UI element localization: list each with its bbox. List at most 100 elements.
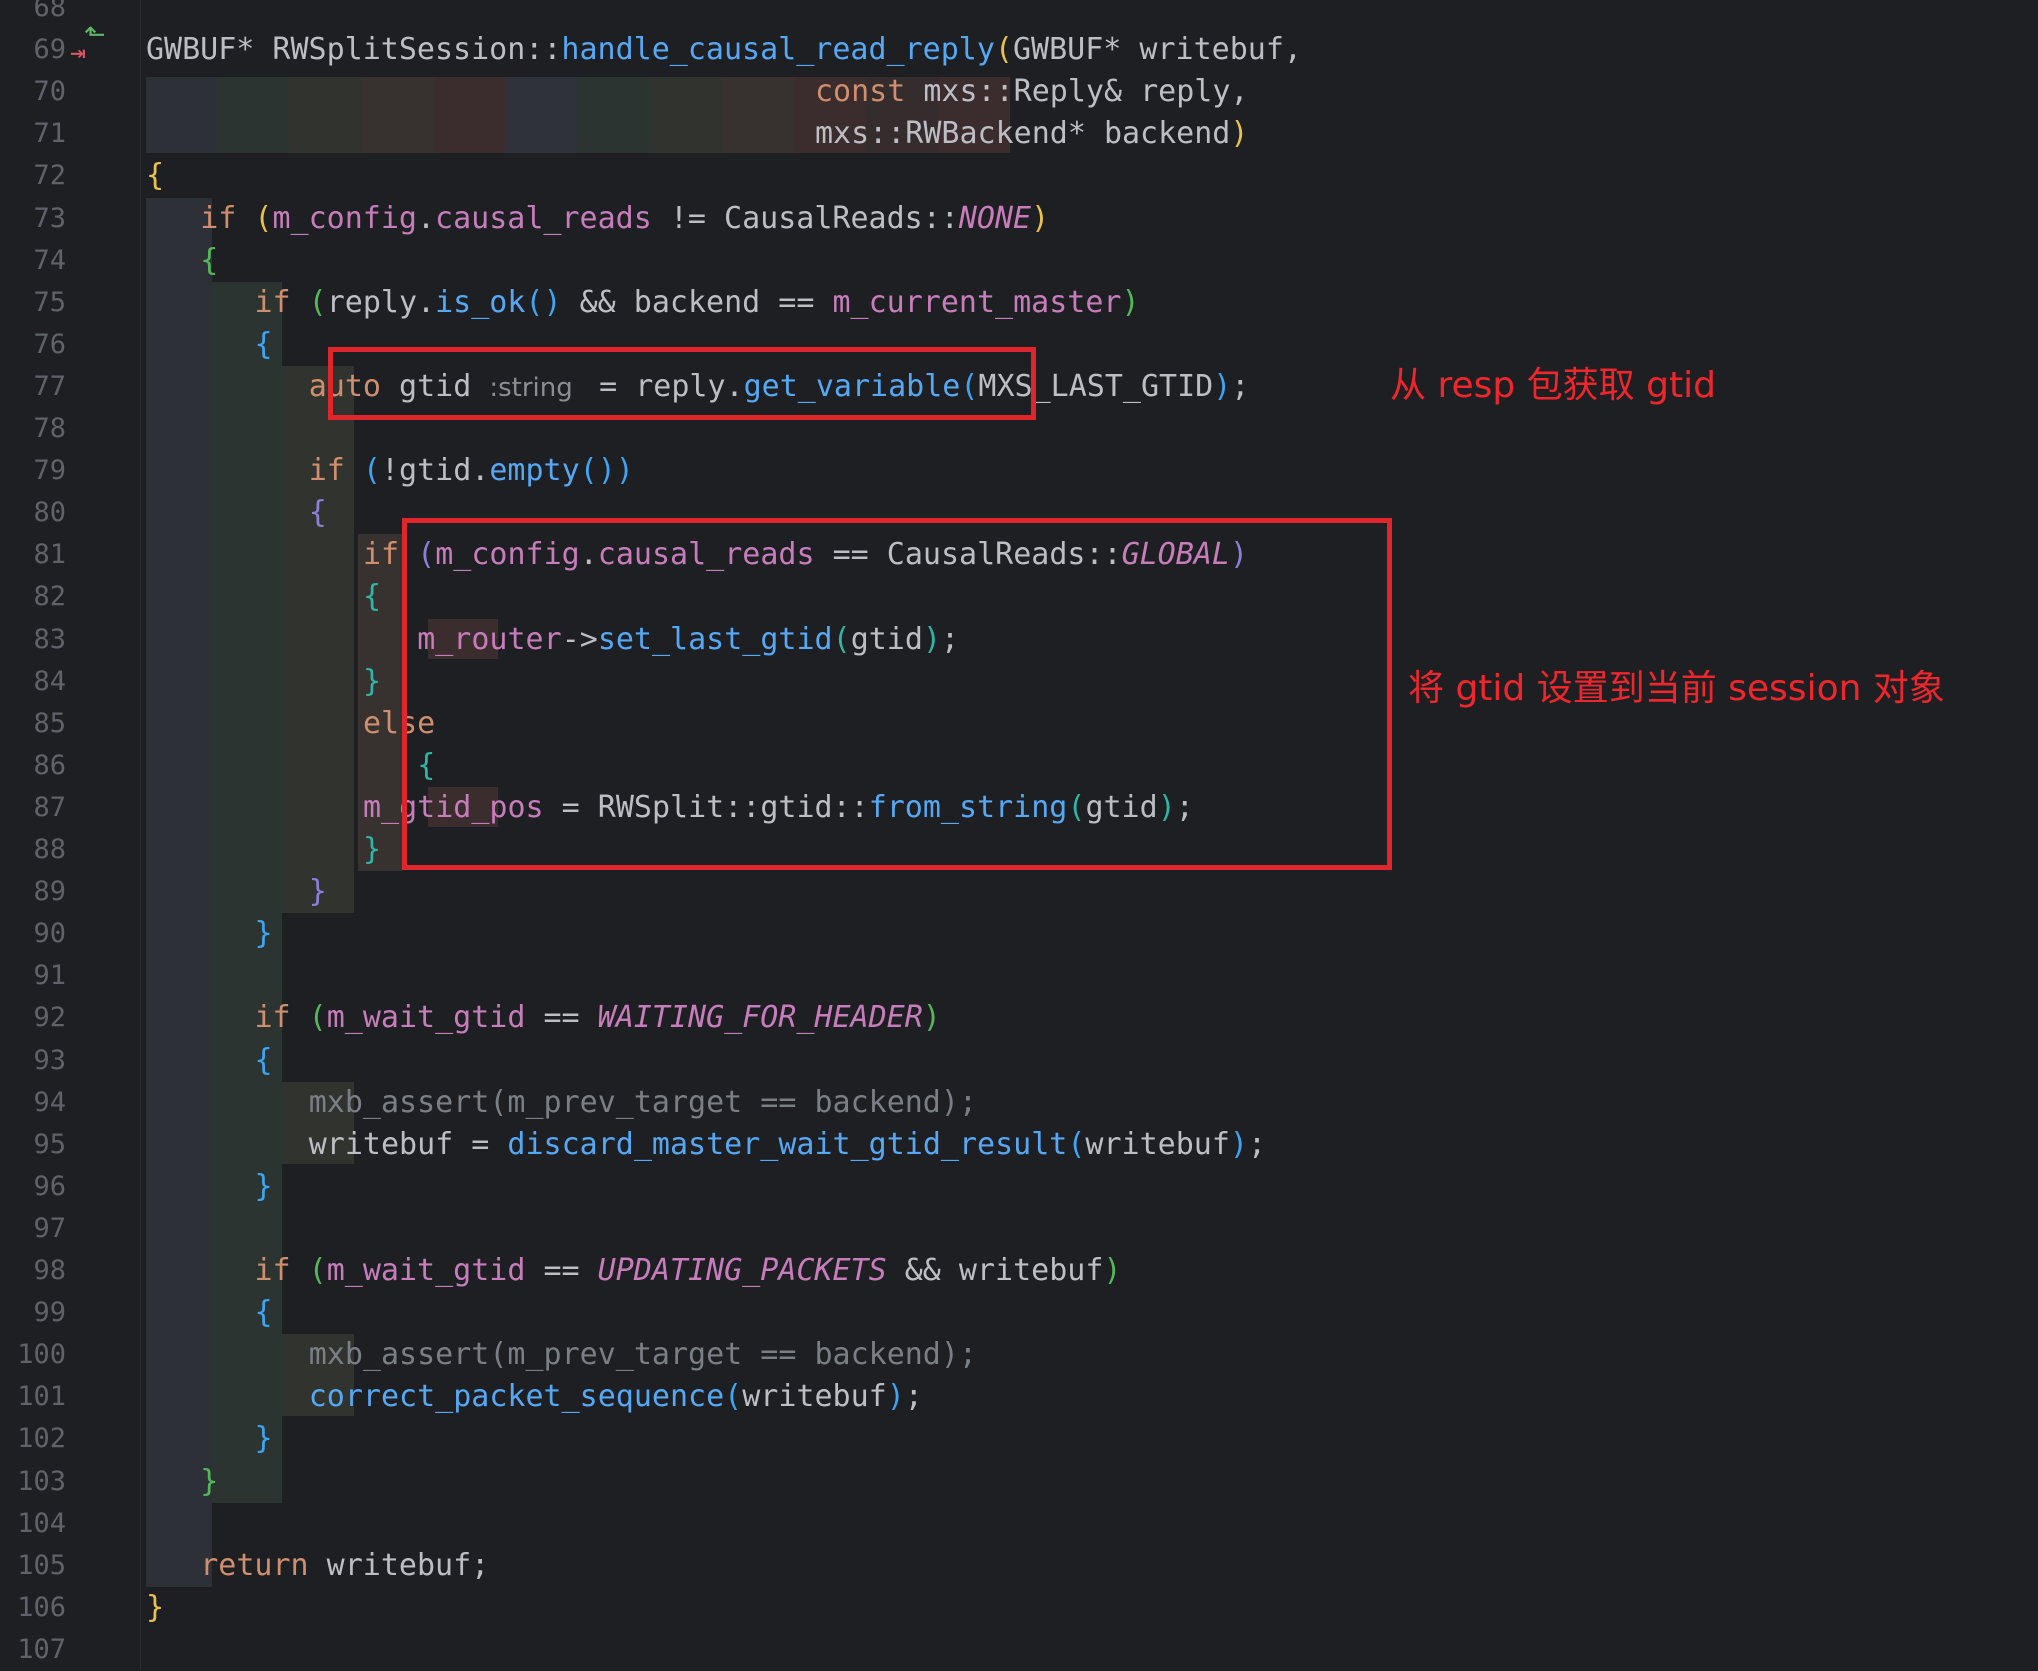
code-token: writebuf = (308, 1126, 508, 1162)
arrow-left-up-icon[interactable]: ⬑ (84, 22, 106, 48)
code-token: ) (1031, 200, 1050, 236)
line-number[interactable]: 73 (0, 198, 66, 240)
code-line[interactable]: if (reply.is_ok() && backend == m_curren… (254, 282, 1139, 324)
code-line[interactable]: const mxs::Reply& reply, (815, 71, 1248, 113)
line-number[interactable]: 78 (0, 408, 66, 450)
code-line[interactable]: writebuf = discard_master_wait_gtid_resu… (309, 1124, 1266, 1166)
code-token: ( (994, 32, 1013, 68)
code-line[interactable]: { (254, 324, 272, 366)
code-line[interactable]: mxb_assert(m_prev_target == backend); (309, 1082, 977, 1124)
line-number[interactable]: 106 (0, 1587, 66, 1629)
line-number[interactable]: 89 (0, 871, 66, 913)
code-token: == (525, 1253, 598, 1288)
line-number[interactable]: 85 (0, 703, 66, 745)
code-token: == (525, 1000, 598, 1036)
code-token: discard_master_wait_gtid_result (507, 1126, 1068, 1162)
line-number[interactable]: 75 (0, 282, 66, 324)
line-number[interactable]: 105 (0, 1545, 66, 1587)
code-line[interactable]: { (254, 1040, 272, 1082)
code-line[interactable]: } (254, 913, 272, 955)
code-line[interactable]: if (m_config.causal_reads != CausalReads… (200, 198, 1049, 240)
code-token: m_wait_gtid (326, 1253, 526, 1288)
line-number[interactable]: 79 (0, 450, 66, 492)
line-number[interactable]: 82 (0, 576, 66, 618)
code-line[interactable]: } (200, 1461, 218, 1503)
code-token: mxb_assert(m_prev_target == backend); (308, 1084, 977, 1120)
line-number[interactable]: 104 (0, 1503, 66, 1545)
code-token: } (146, 1589, 165, 1625)
line-number[interactable]: 101 (0, 1376, 66, 1418)
code-line[interactable]: GWBUF* RWSplitSession::handle_causal_rea… (146, 29, 1302, 71)
line-number[interactable]: 97 (0, 1208, 66, 1250)
line-number[interactable]: 80 (0, 492, 66, 534)
code-line[interactable]: } (363, 829, 381, 871)
line-number[interactable]: 98 (0, 1250, 66, 1292)
code-line[interactable]: } (146, 1587, 164, 1629)
code-line[interactable]: if (m_wait_gtid == UPDATING_PACKETS && w… (254, 1250, 1121, 1292)
code-line[interactable]: } (363, 661, 381, 703)
line-number[interactable]: 96 (0, 1166, 66, 1208)
code-token: { (362, 579, 382, 615)
line-number[interactable]: 91 (0, 955, 66, 997)
code-line[interactable]: { (363, 576, 381, 618)
line-number[interactable]: 81 (0, 534, 66, 576)
line-number[interactable]: 77 (0, 366, 66, 408)
line-number[interactable]: 76 (0, 324, 66, 366)
code-line[interactable]: correct_packet_sequence(writebuf); (309, 1376, 923, 1418)
code-token: m_wait_gtid (326, 1000, 526, 1036)
line-number[interactable]: 88 (0, 829, 66, 871)
code-line[interactable]: mxb_assert(m_prev_target == backend); (309, 1334, 977, 1376)
code-line[interactable]: if (!gtid.empty()) (309, 450, 634, 492)
code-token: . (416, 200, 436, 236)
indent-guide-1 (146, 197, 212, 1587)
annotation-get-gtid: 从 resp 包获取 gtid (1390, 365, 1716, 406)
code-line[interactable]: return writebuf; (200, 1545, 489, 1587)
indent-rainbow-block (218, 77, 290, 154)
code-line[interactable]: { (309, 492, 327, 534)
line-number[interactable]: 90 (0, 913, 66, 955)
line-number[interactable]: 94 (0, 1082, 66, 1124)
code-token: writebuf (742, 1379, 887, 1415)
code-token: writebuf; (326, 1547, 490, 1583)
indent-rainbow-block (722, 77, 794, 154)
code-token: ( (724, 1379, 743, 1415)
code-token: } (362, 832, 382, 867)
line-number[interactable]: 93 (0, 1040, 66, 1082)
code-line[interactable]: mxs::RWBackend* backend) (815, 113, 1248, 155)
code-token: const (814, 74, 924, 110)
code-line[interactable]: if (m_wait_gtid == WAITING_FOR_HEADER) (254, 997, 940, 1039)
line-number[interactable]: 83 (0, 619, 66, 661)
code-token: && backend == (579, 284, 833, 320)
line-number[interactable]: 84 (0, 661, 66, 703)
line-number[interactable]: 102 (0, 1418, 66, 1460)
code-token: ( (254, 200, 273, 236)
arrow-right-down-icon[interactable]: ⇥ (70, 40, 86, 66)
code-line[interactable]: { (200, 240, 218, 282)
line-number[interactable]: 71 (0, 113, 66, 155)
line-number[interactable]: 69 (0, 29, 66, 71)
line-number[interactable]: 72 (0, 155, 66, 197)
code-line[interactable]: { (254, 1292, 272, 1334)
line-number[interactable]: 74 (0, 240, 66, 282)
line-number[interactable]: 87 (0, 787, 66, 829)
highlight-box-set-gtid (402, 518, 1392, 870)
line-number[interactable]: 95 (0, 1124, 66, 1166)
line-number[interactable]: 103 (0, 1461, 66, 1503)
code-line[interactable]: } (254, 1418, 272, 1460)
code-token: != CausalReads:: (651, 200, 959, 236)
line-number[interactable]: 70 (0, 71, 66, 113)
code-token: if (254, 1253, 309, 1288)
code-token: ) (1229, 1126, 1248, 1162)
line-number[interactable]: 100 (0, 1334, 66, 1376)
code-token: { (254, 1042, 273, 1078)
line-number[interactable]: 107 (0, 1629, 66, 1671)
line-number[interactable]: 92 (0, 997, 66, 1039)
code-line[interactable]: } (309, 871, 327, 913)
code-line[interactable]: { (146, 155, 164, 197)
code-token: ; (1247, 1126, 1267, 1162)
line-number[interactable]: 99 (0, 1292, 66, 1334)
code-token: reply. (326, 284, 436, 320)
code-line[interactable]: } (254, 1166, 272, 1208)
line-number[interactable]: 68 (0, 0, 66, 29)
line-number[interactable]: 86 (0, 745, 66, 787)
